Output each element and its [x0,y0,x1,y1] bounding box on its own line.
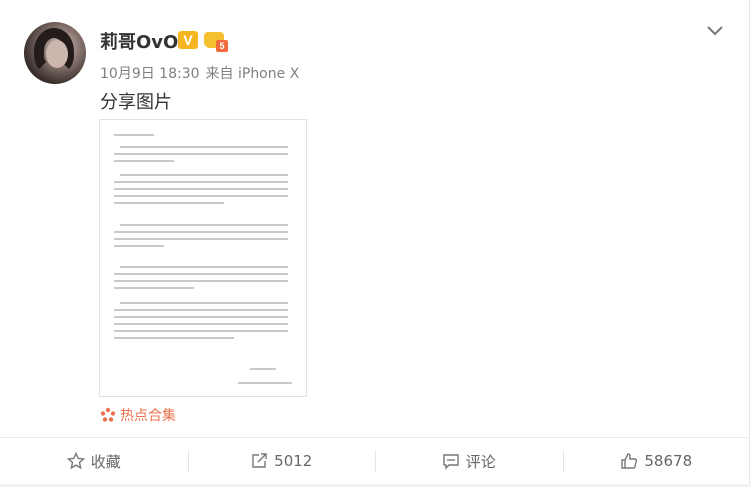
avatar[interactable] [24,22,86,84]
post-image-thumbnail[interactable] [99,119,307,397]
hot-topic-link[interactable]: 热点合集 [100,405,176,425]
repost-count: 5012 [274,452,313,470]
level-badge-icon[interactable]: 5 [204,30,228,52]
post-source: 来自 iPhone X [205,66,300,82]
hot-topic-icon [100,407,116,422]
verified-badge-icon[interactable]: V [178,31,198,49]
repost-button[interactable]: 5012 [187,438,376,484]
favorite-label: 收藏 [90,452,121,471]
post-meta: 10月9日 18:30 来自 iPhone X [100,63,305,83]
favorite-button[interactable]: 收藏 [0,438,188,484]
chevron-down-icon[interactable] [706,24,724,38]
thumbs-up-icon [621,453,638,469]
comment-label: 评论 [465,452,496,471]
star-icon [66,452,85,470]
level-number: 5 [216,40,228,52]
username-link[interactable]: 莉哥OvO [100,28,178,54]
like-count: 58678 [644,452,693,470]
comment-icon [443,454,459,470]
comment-button[interactable]: 评论 [375,438,563,484]
weibo-post-card: 莉哥OvO V 5 10月9日 18:30 来自 iPhone X 分享图片 热… [0,0,750,487]
post-date-link[interactable]: 10月9日 18:30 [100,66,200,82]
hot-topic-label: 热点合集 [120,408,176,424]
repost-icon [252,453,267,468]
avatar-face [46,40,68,68]
post-text: 分享图片 [100,92,172,113]
action-bar: 收藏 5012 评论 58678 [0,438,750,484]
like-button[interactable]: 58678 [562,438,750,484]
